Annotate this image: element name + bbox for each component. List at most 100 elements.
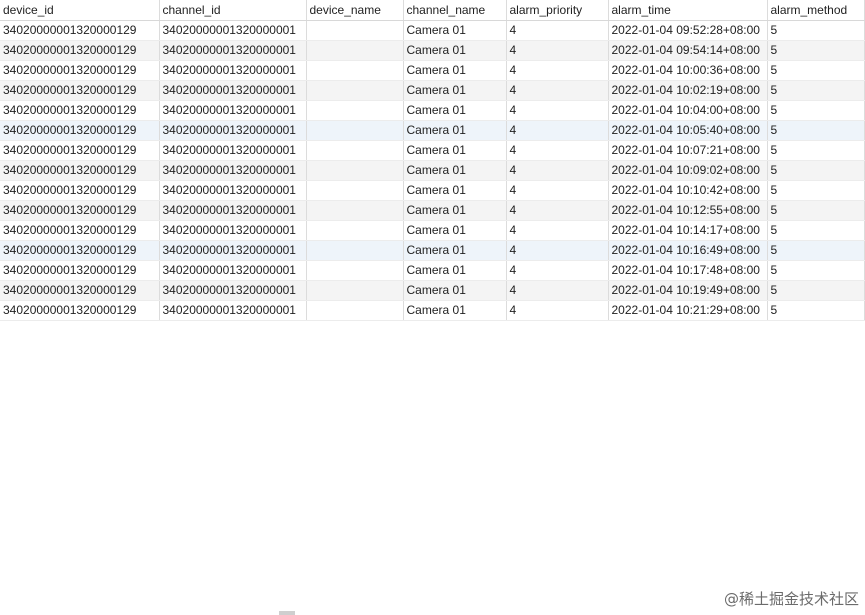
device-name-cell[interactable] (306, 60, 404, 81)
device-id-cell[interactable]: 34020000001320000129 (0, 160, 160, 181)
alarm-priority-cell[interactable]: 4 (506, 80, 609, 101)
column-header-channel-name[interactable]: channel_name (403, 0, 507, 21)
channel-id-cell[interactable]: 34020000001320000001 (159, 140, 307, 161)
device-name-cell[interactable] (306, 120, 404, 141)
alarm-method-cell[interactable]: 5 (767, 100, 865, 121)
table-row[interactable]: 34020000001320000129 34020000001320000001… (0, 100, 865, 121)
column-header-alarm-method[interactable]: alarm_method (767, 0, 865, 21)
alarm-priority-cell[interactable]: 4 (506, 120, 609, 141)
alarm-priority-cell[interactable]: 4 (506, 180, 609, 201)
alarm-time-cell[interactable]: 2022-01-04 10:12:55+08:00 (608, 200, 768, 221)
table-row[interactable]: 34020000001320000129 34020000001320000001… (0, 140, 865, 161)
channel-id-cell[interactable]: 34020000001320000001 (159, 200, 307, 221)
device-name-cell[interactable] (306, 300, 404, 321)
channel-id-cell[interactable]: 34020000001320000001 (159, 260, 307, 281)
alarm-method-cell[interactable]: 5 (767, 40, 865, 61)
device-name-cell[interactable] (306, 240, 404, 261)
alarm-priority-cell[interactable]: 4 (506, 160, 609, 181)
channel-id-cell[interactable]: 34020000001320000001 (159, 60, 307, 81)
device-name-cell[interactable] (306, 260, 404, 281)
device-name-cell[interactable] (306, 100, 404, 121)
alarm-method-cell[interactable]: 5 (767, 140, 865, 161)
alarm-time-cell[interactable]: 2022-01-04 10:19:49+08:00 (608, 280, 768, 301)
alarm-time-cell[interactable]: 2022-01-04 10:16:49+08:00 (608, 240, 768, 261)
alarm-time-cell[interactable]: 2022-01-04 10:21:29+08:00 (608, 300, 768, 321)
channel-id-cell[interactable]: 34020000001320000001 (159, 20, 307, 41)
channel-name-cell[interactable]: Camera 01 (403, 160, 507, 181)
alarm-method-cell[interactable]: 5 (767, 80, 865, 101)
device-id-cell[interactable]: 34020000001320000129 (0, 120, 160, 141)
channel-name-cell[interactable]: Camera 01 (403, 200, 507, 221)
channel-id-cell[interactable]: 34020000001320000001 (159, 180, 307, 201)
column-header-channel-id[interactable]: channel_id (159, 0, 307, 21)
table-row[interactable]: 34020000001320000129 34020000001320000001… (0, 60, 865, 81)
channel-id-cell[interactable]: 34020000001320000001 (159, 300, 307, 321)
channel-name-cell[interactable]: Camera 01 (403, 300, 507, 321)
alarm-method-cell[interactable]: 5 (767, 300, 865, 321)
table-row[interactable]: 34020000001320000129 34020000001320000001… (0, 20, 865, 41)
table-row[interactable]: 34020000001320000129 34020000001320000001… (0, 160, 865, 181)
table-row[interactable]: 34020000001320000129 34020000001320000001… (0, 240, 865, 261)
channel-id-cell[interactable]: 34020000001320000001 (159, 40, 307, 61)
alarm-priority-cell[interactable]: 4 (506, 20, 609, 41)
alarm-time-cell[interactable]: 2022-01-04 10:17:48+08:00 (608, 260, 768, 281)
table-row[interactable]: 34020000001320000129 34020000001320000001… (0, 40, 865, 61)
alarm-time-cell[interactable]: 2022-01-04 10:10:42+08:00 (608, 180, 768, 201)
alarm-priority-cell[interactable]: 4 (506, 40, 609, 61)
channel-id-cell[interactable]: 34020000001320000001 (159, 280, 307, 301)
device-id-cell[interactable]: 34020000001320000129 (0, 80, 160, 101)
alarm-priority-cell[interactable]: 4 (506, 200, 609, 221)
device-name-cell[interactable] (306, 160, 404, 181)
device-id-cell[interactable]: 34020000001320000129 (0, 280, 160, 301)
alarm-time-cell[interactable]: 2022-01-04 10:05:40+08:00 (608, 120, 768, 141)
alarm-priority-cell[interactable]: 4 (506, 100, 609, 121)
alarm-method-cell[interactable]: 5 (767, 20, 865, 41)
channel-id-cell[interactable]: 34020000001320000001 (159, 80, 307, 101)
alarm-method-cell[interactable]: 5 (767, 60, 865, 81)
channel-name-cell[interactable]: Camera 01 (403, 20, 507, 41)
alarm-method-cell[interactable]: 5 (767, 280, 865, 301)
alarm-method-cell[interactable]: 5 (767, 200, 865, 221)
device-id-cell[interactable]: 34020000001320000129 (0, 220, 160, 241)
device-id-cell[interactable]: 34020000001320000129 (0, 300, 160, 321)
alarm-method-cell[interactable]: 5 (767, 240, 865, 261)
alarm-method-cell[interactable]: 5 (767, 260, 865, 281)
alarm-priority-cell[interactable]: 4 (506, 260, 609, 281)
channel-name-cell[interactable]: Camera 01 (403, 220, 507, 241)
channel-name-cell[interactable]: Camera 01 (403, 40, 507, 61)
column-header-device-id[interactable]: device_id (0, 0, 160, 21)
alarm-time-cell[interactable]: 2022-01-04 10:04:00+08:00 (608, 100, 768, 121)
alarm-method-cell[interactable]: 5 (767, 220, 865, 241)
alarm-time-cell[interactable]: 2022-01-04 10:14:17+08:00 (608, 220, 768, 241)
device-id-cell[interactable]: 34020000001320000129 (0, 180, 160, 201)
channel-name-cell[interactable]: Camera 01 (403, 180, 507, 201)
table-row[interactable]: 34020000001320000129 34020000001320000001… (0, 260, 865, 281)
table-row[interactable]: 34020000001320000129 34020000001320000001… (0, 300, 865, 321)
device-id-cell[interactable]: 34020000001320000129 (0, 40, 160, 61)
channel-name-cell[interactable]: Camera 01 (403, 80, 507, 101)
device-name-cell[interactable] (306, 180, 404, 201)
channel-name-cell[interactable]: Camera 01 (403, 240, 507, 261)
alarm-priority-cell[interactable]: 4 (506, 220, 609, 241)
column-header-alarm-time[interactable]: alarm_time (608, 0, 768, 21)
table-row[interactable]: 34020000001320000129 34020000001320000001… (0, 80, 865, 101)
alarm-time-cell[interactable]: 2022-01-04 10:09:02+08:00 (608, 160, 768, 181)
channel-name-cell[interactable]: Camera 01 (403, 60, 507, 81)
device-name-cell[interactable] (306, 140, 404, 161)
alarm-method-cell[interactable]: 5 (767, 180, 865, 201)
channel-id-cell[interactable]: 34020000001320000001 (159, 100, 307, 121)
alarm-priority-cell[interactable]: 4 (506, 60, 609, 81)
table-row[interactable]: 34020000001320000129 34020000001320000001… (0, 120, 865, 141)
alarm-priority-cell[interactable]: 4 (506, 240, 609, 261)
device-name-cell[interactable] (306, 40, 404, 61)
device-name-cell[interactable] (306, 280, 404, 301)
channel-id-cell[interactable]: 34020000001320000001 (159, 160, 307, 181)
channel-name-cell[interactable]: Camera 01 (403, 140, 507, 161)
device-id-cell[interactable]: 34020000001320000129 (0, 140, 160, 161)
device-id-cell[interactable]: 34020000001320000129 (0, 20, 160, 41)
table-row[interactable]: 34020000001320000129 34020000001320000001… (0, 200, 865, 221)
channel-name-cell[interactable]: Camera 01 (403, 120, 507, 141)
channel-name-cell[interactable]: Camera 01 (403, 100, 507, 121)
alarm-method-cell[interactable]: 5 (767, 120, 865, 141)
column-header-device-name[interactable]: device_name (306, 0, 404, 21)
